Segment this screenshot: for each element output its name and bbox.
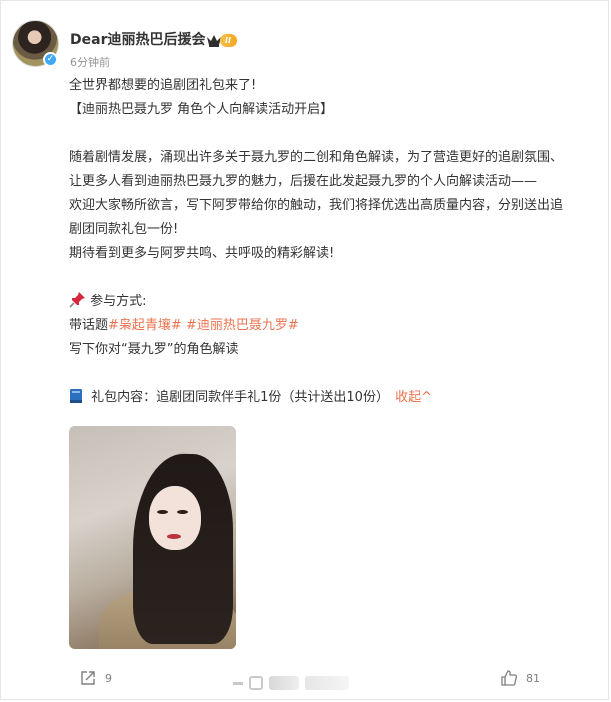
post-text: 全世界都想要的追剧团礼包来了! 【迪丽热巴聂九罗 角色个人向解读活动开启】 随着… [69, 74, 609, 410]
pushpin-icon [69, 292, 85, 308]
text-line: 【迪丽热巴聂九罗 角色个人向解读活动开启】 [69, 102, 334, 117]
topic-prefix: 带话题 [69, 318, 109, 333]
text-line: 剧团同款礼包一份! [69, 222, 179, 237]
text-line: 全世界都想要的追剧团礼包来了! [69, 78, 257, 93]
post-card: ✓ Dear迪丽热巴后援会 II 6分钟前 全世界都想要的追剧团礼包来了! 【迪… [0, 0, 609, 700]
text-line: 随着剧情发展，涌现出许多关于聂九罗的二创和角色解读，为了营造更好的追剧氛围、 [69, 150, 564, 165]
username[interactable]: Dear迪丽热巴后援会 [70, 29, 205, 49]
like-button[interactable]: 81 [500, 669, 540, 687]
verified-icon: ✓ [43, 52, 58, 67]
gift-line: 礼包内容：追剧团同款伴手礼1份（共计送出10份） 收起^ [69, 386, 609, 410]
text-line: 欢迎大家畅所欲言，写下阿罗带给你的触动，我们将择优选出高质量内容，分别送出追 [69, 198, 564, 213]
footer-controls[interactable] [233, 676, 349, 690]
photo-eye [177, 510, 188, 514]
like-icon [501, 670, 518, 686]
photo-face [149, 486, 201, 550]
topic-link[interactable]: #枭起青壤# [108, 318, 182, 333]
vip-badge[interactable]: II [206, 32, 237, 48]
text-line: 期待看到更多与阿罗共鸣、共呼吸的精彩解读! [69, 246, 335, 261]
photo-lips [167, 534, 181, 539]
share-button[interactable]: 9 [79, 669, 112, 687]
post-photo[interactable] [69, 426, 236, 649]
like-count: 81 [526, 671, 540, 685]
topic-line: 带话题#枭起青壤# #迪丽热巴聂九罗# [69, 314, 609, 338]
share-icon [81, 671, 95, 685]
text-line: 让更多人看到迪丽热巴聂九罗的魅力，后援在此发起聂九罗的个人向解读活动—— [69, 174, 538, 189]
collapse-link[interactable]: 收起^ [395, 390, 432, 405]
book-icon [70, 389, 82, 403]
participation-label: 参与方式: [90, 294, 147, 309]
post-footer: 9 81 [1, 663, 610, 693]
text-line: 写下你对“聂九罗”的角色解读 [69, 342, 239, 357]
gift-text: 礼包内容：追剧团同款伴手礼1份（共计送出10份） [91, 390, 389, 405]
vip-level: II [220, 33, 237, 47]
post-time[interactable]: 6分钟前 [70, 54, 110, 70]
photo-eye [157, 510, 168, 514]
share-count: 9 [105, 671, 112, 685]
topic-link[interactable]: #迪丽热巴聂九罗# [186, 318, 299, 333]
participation-heading: 参与方式: [69, 290, 609, 314]
